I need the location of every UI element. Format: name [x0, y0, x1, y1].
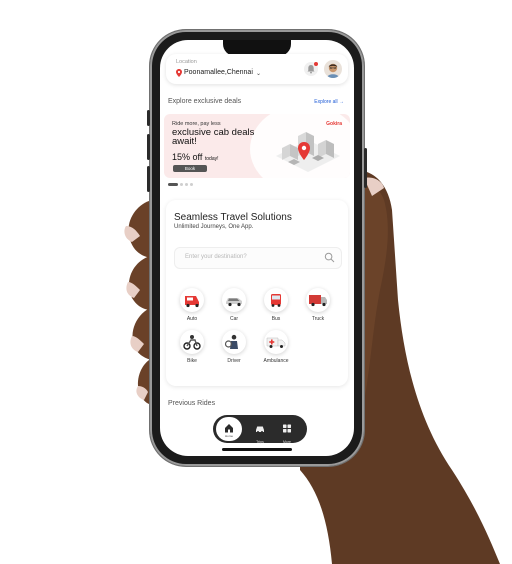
phone-side-button: [147, 110, 150, 126]
service-label: Driver: [227, 358, 241, 364]
bus-icon: [264, 288, 288, 312]
bike-icon: [180, 330, 204, 354]
nav-home-label: Home: [224, 434, 233, 438]
service-bike[interactable]: Bike: [174, 330, 210, 364]
driver-icon: [222, 330, 246, 354]
home-icon: [225, 424, 233, 433]
ambulance-icon: [264, 330, 288, 354]
carousel-dot[interactable]: [190, 183, 193, 186]
home-indicator[interactable]: [222, 448, 292, 451]
carousel-dot-active[interactable]: [168, 183, 178, 186]
auto-icon: [180, 288, 204, 312]
nav-trips[interactable]: Trips: [250, 420, 270, 444]
location-bar[interactable]: Location Poonamallee,Chennai ⌄: [166, 54, 348, 84]
banner-offer: 15% off today!: [172, 152, 219, 162]
card-subtitle: Unlimited Journeys, One App.: [174, 224, 254, 230]
carousel-dot[interactable]: [180, 183, 183, 186]
card-title: Seamless Travel Solutions: [174, 212, 292, 223]
destination-search-input[interactable]: Enter your destination?: [174, 247, 342, 269]
service-label: Car: [229, 316, 239, 322]
phone-side-button: [147, 166, 150, 192]
explore-all-link[interactable]: Explore all →: [314, 99, 344, 105]
service-label: Auto: [186, 316, 198, 322]
location-label: Location: [176, 59, 197, 65]
phone-side-button: [364, 148, 367, 188]
grid-icon: [283, 424, 291, 433]
nav-trips-label: Trips: [256, 440, 264, 444]
phone-frame: Location Poonamallee,Chennai ⌄ Explore e…: [147, 30, 367, 466]
service-car[interactable]: Car: [216, 288, 252, 322]
nav-more-label: More: [283, 440, 291, 444]
chevron-down-icon[interactable]: ⌄: [256, 70, 261, 77]
avatar[interactable]: [324, 60, 342, 78]
services-card: Seamless Travel Solutions Unlimited Jour…: [166, 200, 348, 386]
explore-deals-title: Explore exclusive deals: [168, 98, 242, 105]
truck-icon: [306, 288, 330, 312]
phone-screen: Location Poonamallee,Chennai ⌄ Explore e…: [160, 40, 354, 456]
service-label: Bus: [271, 316, 281, 322]
car-icon: [222, 288, 246, 312]
previous-rides-title: Previous Rides: [168, 400, 216, 407]
bottom-navigation: Home Trips More: [213, 415, 307, 444]
car-icon: [256, 426, 264, 433]
service-ambulance[interactable]: Ambulance: [258, 330, 294, 364]
service-label: Ambulance: [263, 358, 289, 364]
notification-dot: [314, 62, 318, 66]
service-driver[interactable]: Driver: [216, 330, 252, 364]
service-truck[interactable]: Truck: [300, 288, 336, 322]
service-bus[interactable]: Bus: [258, 288, 294, 322]
banner-offer-suffix: today!: [204, 156, 219, 162]
deals-banner[interactable]: Ride more, pay less exclusive cab deals …: [164, 114, 350, 178]
carousel-dot[interactable]: [185, 183, 188, 186]
nav-home[interactable]: Home: [216, 417, 242, 441]
search-placeholder: Enter your destination?: [185, 254, 247, 260]
location-pin-icon: [176, 69, 182, 77]
location-name[interactable]: Poonamallee,Chennai: [184, 69, 253, 76]
banner-title: exclusive cab deals await!: [172, 127, 255, 147]
book-button[interactable]: Book: [173, 165, 207, 172]
banner-offer-value: 15% off: [172, 152, 203, 162]
service-label: Truck: [311, 316, 325, 322]
search-icon[interactable]: [324, 252, 335, 263]
phone-side-button: [147, 134, 150, 160]
city-map-illustration: [276, 132, 340, 172]
service-auto[interactable]: Auto: [174, 288, 210, 322]
user-face-icon: [327, 63, 339, 78]
notification-button[interactable]: [304, 62, 318, 76]
carousel-dots: [168, 183, 195, 187]
nav-more[interactable]: More: [277, 420, 297, 444]
service-label: Bike: [187, 358, 197, 364]
